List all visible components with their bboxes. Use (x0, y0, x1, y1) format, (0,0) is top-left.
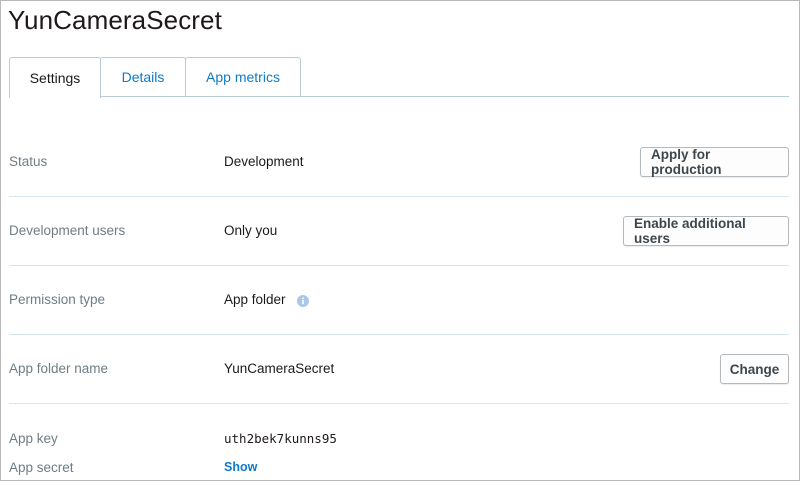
permission-type-value: App folder (224, 292, 286, 307)
info-icon[interactable] (297, 295, 309, 307)
app-key-value: uth2bek7kunns95 (224, 431, 337, 446)
app-secret-label: App secret (9, 460, 74, 475)
status-label: Status (9, 154, 48, 169)
tab-app-metrics[interactable]: App metrics (185, 57, 301, 96)
tab-settings-label: Settings (29, 70, 81, 86)
apply-for-production-button[interactable]: Apply for production (640, 147, 789, 177)
app-folder-name-value: YunCameraSecret (224, 361, 335, 376)
page-title: YunCameraSecret (8, 5, 222, 35)
development-users-value: Only you (224, 223, 278, 238)
app-credentials-row: App key uth2bek7kunns95 App secret Show (9, 403, 789, 480)
tab-details-label: Details (121, 69, 165, 85)
tab-settings[interactable]: Settings (9, 57, 101, 98)
status-value: Development (224, 154, 304, 169)
permission-type-label: Permission type (9, 292, 106, 307)
tabs-divider (9, 96, 789, 97)
app-key-label: App key (9, 431, 58, 446)
app-folder-name-label: App folder name (9, 361, 109, 376)
change-folder-name-button[interactable]: Change (720, 354, 789, 384)
tab-details[interactable]: Details (100, 57, 186, 96)
tab-app-metrics-label: App metrics (206, 69, 280, 85)
permission-type-row: Permission type App folder (9, 265, 789, 335)
app-settings-window: YunCameraSecret Settings Details App met… (0, 0, 800, 481)
status-row: Status Development Apply for production (9, 127, 789, 197)
app-folder-name-row: App folder name YunCameraSecret Change (9, 334, 789, 404)
show-app-secret-link[interactable]: Show (224, 460, 257, 474)
enable-additional-users-button[interactable]: Enable additional users (623, 216, 789, 246)
development-users-row: Development users Only you Enable additi… (9, 196, 789, 266)
development-users-label: Development users (9, 223, 126, 238)
